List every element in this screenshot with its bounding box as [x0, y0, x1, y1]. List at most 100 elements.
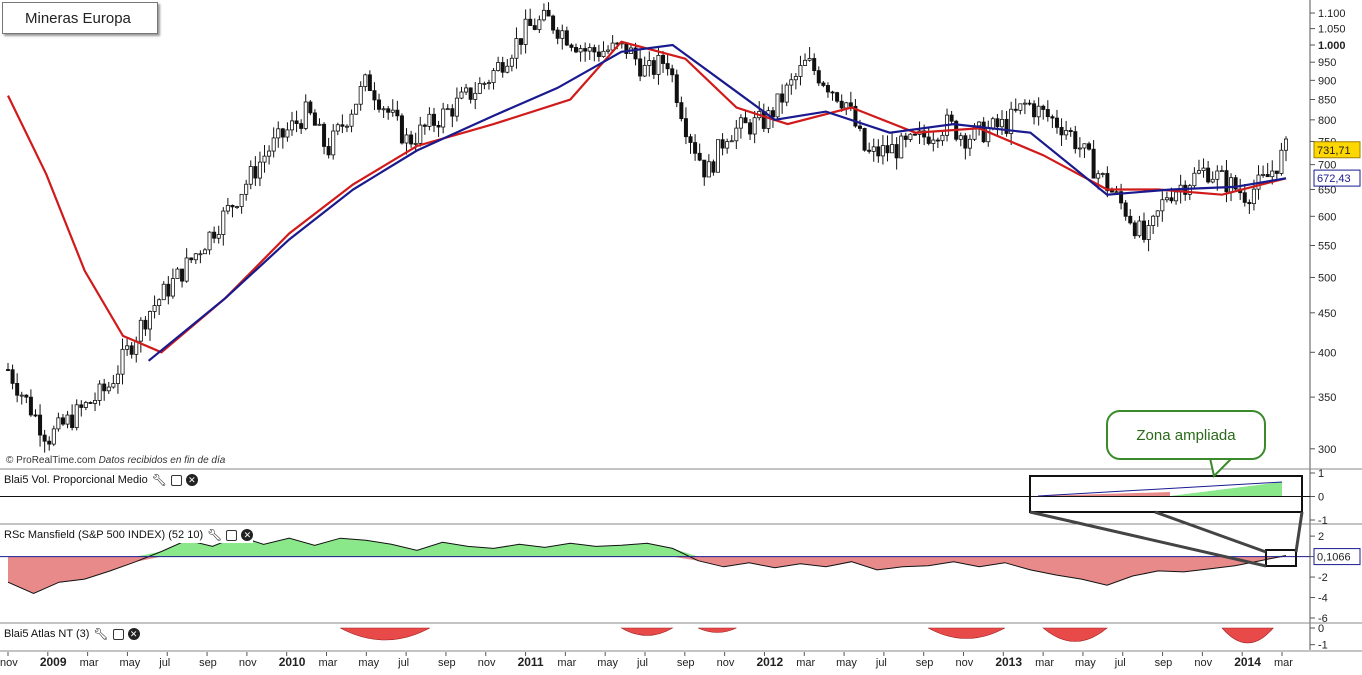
candle-body [65, 414, 70, 425]
candle-body [1146, 225, 1151, 240]
x-tick-label: mar [557, 657, 576, 669]
candle-body [1174, 191, 1179, 202]
candle-body [1091, 148, 1096, 179]
candle-body [986, 127, 991, 143]
price-tick-label: 450 [1318, 308, 1336, 320]
moving-average-red [7, 40, 1287, 354]
data-credit: © ProRealTime.com Datos recibidos en fin… [6, 455, 225, 466]
candle-body [803, 59, 808, 66]
candle-body [1192, 172, 1197, 187]
candle-body [1251, 188, 1256, 205]
candle-body [70, 414, 75, 428]
x-tick-label: 2009 [40, 655, 67, 669]
candle-body [1096, 173, 1101, 179]
rsc-tick-label: -4 [1318, 593, 1328, 605]
atlas-tick-label: 0 [1318, 623, 1324, 635]
x-tick-label: sep [438, 657, 456, 669]
x-tick-label: 2012 [756, 655, 783, 669]
candle-body [1087, 143, 1092, 150]
candle-body [239, 193, 244, 207]
x-tick-label: 2014 [1234, 655, 1261, 669]
candle-body [1169, 197, 1174, 202]
candle-body [789, 79, 794, 86]
candle-body [340, 124, 345, 127]
candle-body [1155, 210, 1160, 217]
candle-body [912, 133, 917, 136]
candle-body [166, 283, 171, 297]
candle-body [486, 82, 491, 85]
credit-note: Datos recibidos en fin de día [98, 455, 226, 466]
candle-body [661, 54, 666, 64]
candle-body [120, 348, 125, 375]
wrench-icon[interactable]: 🔧︎ [207, 529, 222, 541]
vol-tick-label: 1 [1318, 468, 1324, 480]
wrench-icon[interactable]: 🔧︎ [152, 474, 167, 486]
candle-body [152, 305, 157, 312]
candle-body [1004, 118, 1009, 134]
candle-body [505, 65, 510, 73]
x-tick-label: 2010 [279, 655, 306, 669]
candle-body [995, 118, 1000, 128]
window-icon[interactable] [112, 628, 124, 640]
x-tick-label: jul [158, 657, 170, 669]
candle-body [257, 161, 262, 179]
candle-body [1064, 130, 1069, 136]
candle-body [418, 124, 423, 144]
candle-body [551, 15, 556, 31]
candle-body [1279, 149, 1284, 174]
candle-body [1160, 199, 1165, 212]
candle-body [702, 159, 707, 178]
candle-body [990, 118, 995, 129]
candle-body [450, 108, 455, 117]
candle-body [574, 47, 579, 53]
candle-body [500, 62, 505, 73]
candle-body [491, 70, 496, 84]
candle-body [880, 145, 885, 157]
candle-body [143, 319, 148, 330]
callout-pointer [1208, 457, 1235, 478]
candle-body [601, 50, 606, 57]
candle-body [775, 93, 780, 118]
candle-body [509, 57, 514, 67]
candle-body [1224, 170, 1229, 193]
close-icon[interactable]: ✕ [185, 474, 198, 486]
close-icon[interactable]: ✕ [241, 529, 254, 541]
candle-body [716, 139, 721, 173]
candle-body [38, 414, 43, 436]
candle-body [647, 60, 652, 66]
candle-body [816, 70, 821, 84]
candle-body [683, 118, 688, 138]
wrench-icon[interactable]: 🔧︎ [93, 628, 108, 640]
candle-body [931, 139, 936, 144]
close-icon[interactable]: ✕ [127, 628, 140, 640]
candle-body [1073, 131, 1078, 150]
candle-body [679, 102, 684, 120]
candle-body [537, 19, 542, 30]
candle-body [532, 25, 537, 30]
candle-body [670, 68, 675, 76]
x-tick-label: jul [875, 657, 887, 669]
credit-text: © ProRealTime.com [6, 455, 96, 466]
indicator-title-rsc: RSc Mansfield (S&P 500 INDEX) (52 10) [4, 529, 204, 541]
window-icon[interactable] [170, 474, 182, 486]
candle-body [830, 91, 835, 94]
candle-body [1050, 116, 1055, 119]
candle-body [748, 122, 753, 135]
candle-body [225, 204, 230, 212]
candle-body [720, 139, 725, 149]
candle-body [189, 257, 194, 261]
x-tick-label: 2013 [995, 655, 1022, 669]
candle-body [807, 58, 812, 61]
candle-body [184, 257, 189, 282]
x-tick-label: may [1075, 657, 1096, 669]
candle-body [743, 117, 748, 124]
candle-body [395, 109, 400, 117]
candle-body [83, 402, 88, 408]
candle-body [427, 113, 432, 127]
indicator-title-atlas: Blai5 Atlas NT (3) [4, 628, 90, 640]
vol-tick-label: -1 [1318, 515, 1328, 527]
window-icon[interactable] [226, 529, 238, 541]
candle-body [175, 268, 180, 279]
candle-body [253, 166, 258, 179]
candle-body [285, 129, 290, 138]
